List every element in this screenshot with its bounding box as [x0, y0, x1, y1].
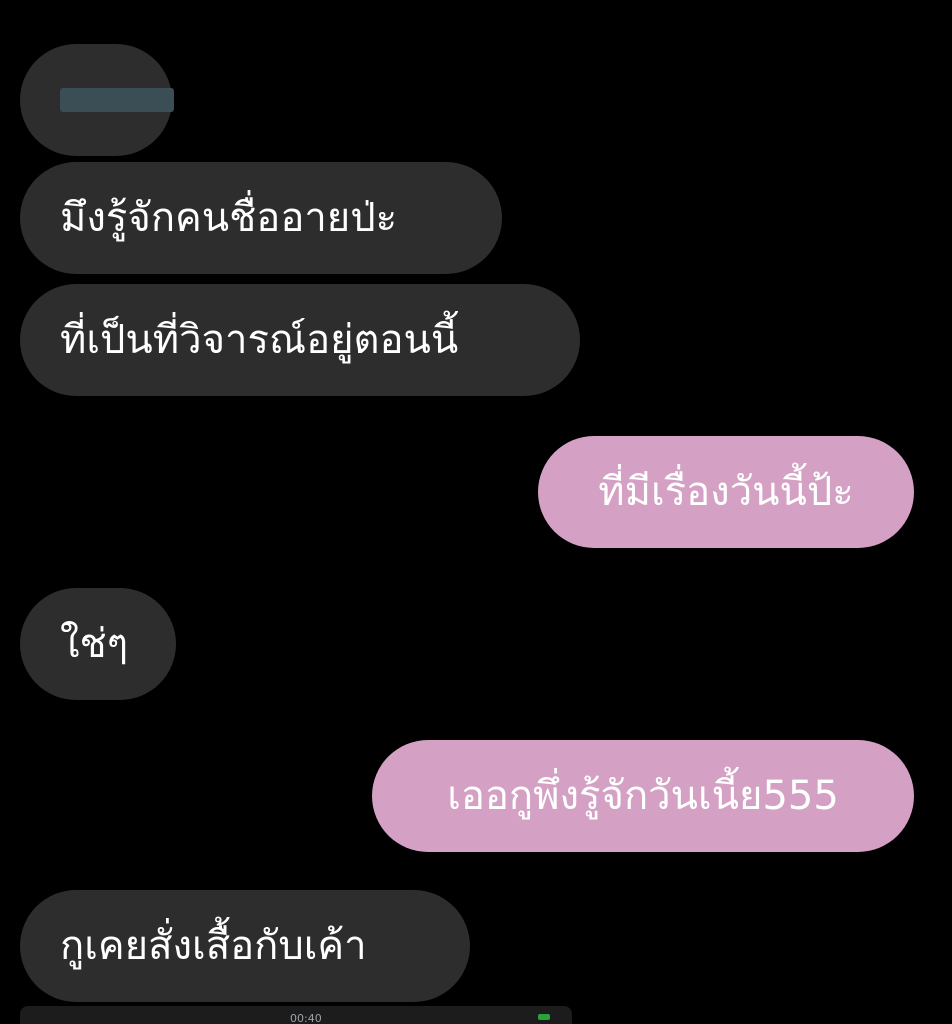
- message-bubble-received[interactable]: ใช่ๆ: [20, 588, 176, 700]
- message-text: ที่เป็นที่วิจารณ์อยู่ตอนนี้: [60, 317, 459, 363]
- preview-time: 00:40: [290, 1012, 322, 1024]
- message-text: มึงรู้จักคนชื่ออายป่ะ: [60, 195, 398, 241]
- message-text: ใช่ๆ: [60, 621, 129, 667]
- message-bubble-received[interactable]: ที่เป็นที่วิจารณ์อยู่ตอนนี้: [20, 284, 580, 396]
- signal-icon: [538, 1014, 550, 1020]
- message-bubble-received[interactable]: กูเคยสั่งเสื้อกับเค้า: [20, 890, 470, 1002]
- message-bubble-sent[interactable]: ที่มีเรื่องวันนี้ป้ะ: [538, 436, 914, 548]
- message-text: ที่มีเรื่องวันนี้ป้ะ: [598, 469, 854, 515]
- redaction-bar: [60, 88, 174, 112]
- attachment-preview-screenshot[interactable]: 00:40: [20, 1006, 572, 1024]
- message-text: เออกูพึ่งรู้จักวันเนี้ย555: [447, 773, 839, 819]
- message-bubble-received[interactable]: มึงรู้จักคนชื่ออายป่ะ: [20, 162, 502, 274]
- redacted-message-bubble[interactable]: [20, 44, 174, 156]
- message-bubble-sent[interactable]: เออกูพึ่งรู้จักวันเนี้ย555: [372, 740, 914, 852]
- message-text: กูเคยสั่งเสื้อกับเค้า: [60, 923, 367, 969]
